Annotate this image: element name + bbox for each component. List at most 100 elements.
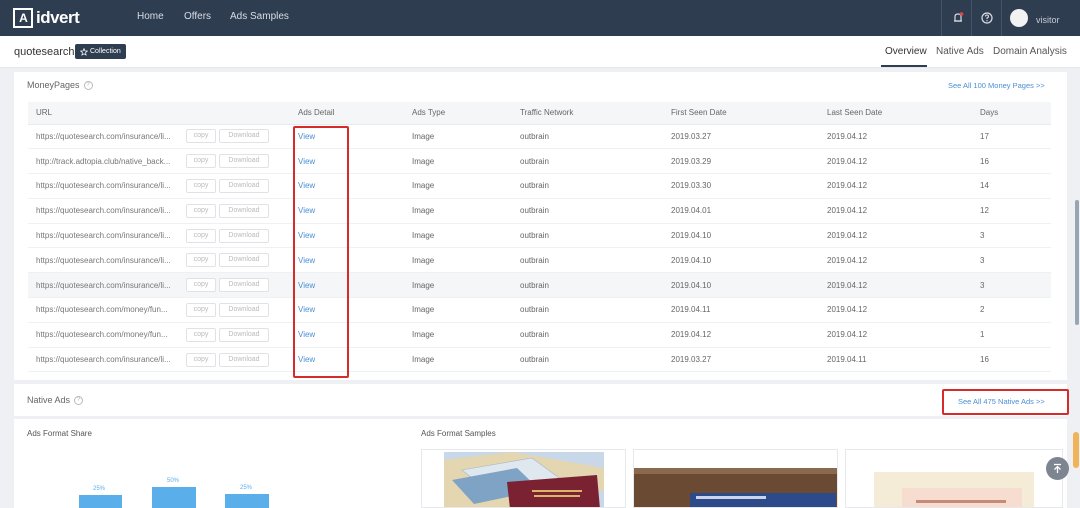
download-button[interactable]: Download — [219, 253, 269, 268]
user-name[interactable]: visitor — [1036, 15, 1060, 25]
format-share-bar[interactable] — [225, 494, 269, 508]
row-ads-type: Image — [412, 124, 520, 150]
row-last-seen: 2019.04.12 — [827, 247, 980, 274]
bar-label: 25% — [93, 486, 106, 492]
tab-native-ads[interactable]: Native Ads — [936, 46, 984, 57]
copy-button[interactable]: copy — [186, 129, 216, 144]
row-days: 3 — [980, 247, 1051, 274]
copy-button[interactable]: copy — [186, 302, 216, 317]
row-traffic-network: outbrain — [520, 198, 671, 224]
row-traffic-network: outbrain — [520, 173, 671, 199]
download-button[interactable]: Download — [219, 178, 269, 193]
row-url[interactable]: https://quotesearch.com/insurance/li... — [36, 132, 180, 141]
nav-ads-samples[interactable]: Ads Samples — [230, 11, 289, 22]
ad-sample-card[interactable] — [845, 449, 1063, 508]
download-button[interactable]: Download — [219, 203, 269, 218]
row-ads-type: Image — [412, 272, 520, 299]
help-icon[interactable] — [980, 11, 994, 25]
row-url[interactable]: https://quotesearch.com/insurance/li... — [36, 181, 180, 190]
row-ads-type: Image — [412, 297, 520, 323]
download-button[interactable]: Download — [219, 228, 269, 243]
table-row: https://quotesearch.com/insurance/li... c… — [28, 124, 1051, 150]
row-first-seen: 2019.04.11 — [671, 297, 827, 323]
bar-label: 25% — [240, 485, 253, 491]
row-last-seen: 2019.04.12 — [827, 272, 980, 299]
ads-detail-highlight-box — [293, 126, 349, 378]
copy-button[interactable]: copy — [186, 203, 216, 218]
info-icon[interactable]: ? — [74, 395, 84, 405]
tab-domain-analysis[interactable]: Domain Analysis — [993, 46, 1067, 57]
row-ads-type: Image — [412, 322, 520, 348]
download-button[interactable]: Download — [219, 278, 269, 293]
table-header-row: URL Ads Detail Ads Type Traffic Network … — [28, 102, 1051, 125]
format-share-bar[interactable] — [79, 495, 122, 508]
table-row: https://quotesearch.com/insurance/li... c… — [28, 347, 1051, 373]
format-share-bar[interactable] — [152, 487, 196, 508]
download-button[interactable]: Download — [219, 352, 269, 367]
arrow-up-icon — [1054, 463, 1061, 473]
row-ads-type: Image — [412, 223, 520, 249]
collection-button[interactable]: Collection — [75, 44, 126, 59]
column-header-ads-detail[interactable]: Ads Detail — [298, 102, 412, 125]
brand-logo[interactable]: A idvert — [13, 7, 80, 29]
site-header: quotesearch Collection Overview Native A… — [0, 36, 1080, 68]
copy-button[interactable]: copy — [186, 154, 216, 169]
copy-button[interactable]: copy — [186, 327, 216, 342]
column-header-traffic-network[interactable]: Traffic Network — [520, 102, 671, 125]
column-header-first-seen[interactable]: First Seen Date — [671, 102, 827, 125]
side-scroll-handle[interactable] — [1073, 432, 1079, 468]
copy-button[interactable]: copy — [186, 278, 216, 293]
page-scrollbar-thumb[interactable] — [1075, 200, 1079, 325]
row-traffic-network: outbrain — [520, 148, 671, 175]
table-row: https://quotesearch.com/insurance/li... c… — [28, 247, 1051, 274]
table-row: https://quotesearch.com/insurance/li... c… — [28, 198, 1051, 224]
row-first-seen: 2019.03.30 — [671, 173, 827, 199]
row-first-seen: 2019.03.27 — [671, 124, 827, 150]
row-url[interactable]: https://quotesearch.com/insurance/li... — [36, 256, 180, 265]
copy-button[interactable]: copy — [186, 352, 216, 367]
table-row: https://quotesearch.com/money/fun... copy… — [28, 297, 1051, 323]
ad-sample-card[interactable] — [421, 449, 626, 508]
row-traffic-network: outbrain — [520, 247, 671, 274]
row-days: 16 — [980, 347, 1051, 373]
copy-button[interactable]: copy — [186, 253, 216, 268]
row-url[interactable]: https://quotesearch.com/insurance/li... — [36, 281, 180, 290]
bar-label: 50% — [167, 478, 180, 484]
row-traffic-network: outbrain — [520, 223, 671, 249]
download-button[interactable]: Download — [219, 327, 269, 342]
row-ads-type: Image — [412, 148, 520, 175]
money-pages-table: URL Ads Detail Ads Type Traffic Network … — [28, 102, 1051, 373]
back-to-top-button[interactable] — [1046, 457, 1069, 480]
row-url[interactable]: http://track.adtopia.club/native_back... — [36, 157, 180, 166]
info-icon[interactable]: ? — [83, 80, 93, 90]
download-button[interactable]: Download — [219, 129, 269, 144]
see-all-money-pages-link[interactable]: See All 100 Money Pages >> — [948, 81, 1045, 90]
nav-home[interactable]: Home — [137, 11, 164, 22]
row-url[interactable]: https://quotesearch.com/insurance/li... — [36, 231, 180, 240]
row-traffic-network: outbrain — [520, 124, 671, 150]
row-url[interactable]: https://quotesearch.com/insurance/li... — [36, 206, 180, 215]
download-button[interactable]: Download — [219, 154, 269, 169]
row-url[interactable]: https://quotesearch.com/money/fun... — [36, 330, 180, 339]
column-header-url[interactable]: URL — [28, 102, 298, 125]
column-header-last-seen[interactable]: Last Seen Date — [827, 102, 980, 125]
tab-overview[interactable]: Overview — [885, 46, 927, 57]
row-url[interactable]: https://quotesearch.com/money/fun... — [36, 305, 180, 314]
copy-button[interactable]: copy — [186, 178, 216, 193]
site-name: quotesearch — [14, 46, 75, 58]
nav-offers[interactable]: Offers — [184, 11, 211, 22]
copy-button[interactable]: copy — [186, 228, 216, 243]
column-header-ads-type[interactable]: Ads Type — [412, 102, 520, 125]
ad-sample-card[interactable] — [633, 449, 838, 508]
download-button[interactable]: Download — [219, 302, 269, 317]
money-pages-title: MoneyPages ? — [27, 80, 93, 90]
notification-bell-icon[interactable] — [951, 11, 965, 25]
row-url[interactable]: https://quotesearch.com/insurance/li... — [36, 355, 180, 364]
native-ads-title-text: Native Ads — [27, 395, 71, 405]
table-row: https://quotesearch.com/money/fun... copy… — [28, 322, 1051, 348]
column-header-days[interactable]: Days — [980, 102, 1051, 125]
avatar[interactable] — [1010, 9, 1028, 27]
row-days: 2 — [980, 297, 1051, 323]
row-last-seen: 2019.04.12 — [827, 173, 980, 199]
row-traffic-network: outbrain — [520, 272, 671, 299]
